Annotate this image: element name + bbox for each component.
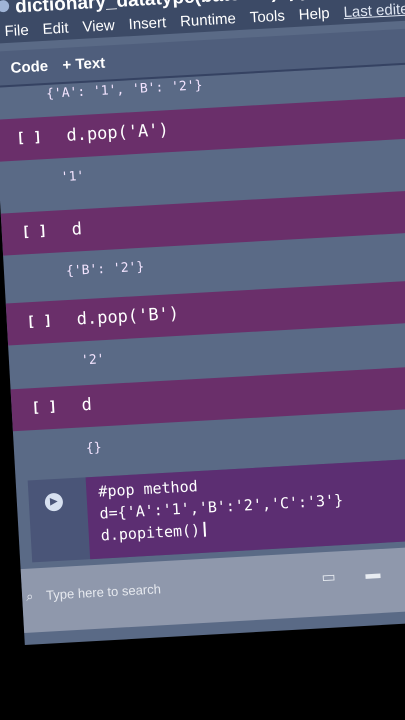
file-explorer-icon[interactable]: ▬ <box>365 565 381 583</box>
code-line[interactable]: d.popitem() <box>100 521 207 545</box>
cell-code-text[interactable]: d.pop('B') <box>76 304 179 330</box>
code-cell[interactable]: [ ] d.pop('A') <box>0 95 405 162</box>
taskbar-search-input[interactable]: Type here to search <box>46 581 162 602</box>
menu-edit[interactable]: Edit <box>42 20 69 43</box>
code-line[interactable]: #pop method <box>98 477 198 501</box>
cell-output: {} <box>85 440 103 457</box>
code-editor[interactable]: #pop method d={'A':'1','B':'2','C':'3'} … <box>85 456 405 560</box>
last-edited-link[interactable]: Last edited o <box>343 0 405 26</box>
menu-insert[interactable]: Insert <box>128 14 167 38</box>
menu-help[interactable]: Help <box>298 5 330 29</box>
code-cell[interactable]: [ ] d <box>10 364 405 432</box>
run-cell-bracket[interactable]: [ ] <box>21 223 47 240</box>
menu-runtime[interactable]: Runtime <box>180 10 237 35</box>
active-code-cell[interactable]: ▶ #pop method d={'A':'1','B':'2','C':'3'… <box>27 456 405 563</box>
cell-output: '2' <box>80 352 105 369</box>
run-cell-bracket[interactable]: [ ] <box>31 399 57 416</box>
colab-logo-icon <box>0 0 10 13</box>
code-cell[interactable]: [ ] d.pop('B') <box>5 278 405 346</box>
search-icon[interactable]: ⌕ <box>26 588 34 604</box>
play-icon[interactable]: ▶ <box>44 492 64 512</box>
code-cell[interactable]: [ ] d <box>0 189 405 256</box>
add-text-button[interactable]: + Text <box>62 55 106 74</box>
add-code-button[interactable]: Code <box>10 58 48 77</box>
task-view-icon[interactable]: ▭ <box>321 568 336 587</box>
cell-code-text[interactable]: d <box>81 395 92 416</box>
menu-view[interactable]: View <box>82 17 115 41</box>
run-cell-bracket[interactable]: [ ] <box>16 129 42 146</box>
menu-file[interactable]: File <box>4 22 29 45</box>
cell-output: {'B': '2'} <box>65 259 145 280</box>
cell-code-text[interactable]: d <box>71 219 82 240</box>
cell-output: '1' <box>60 168 85 186</box>
text-cursor <box>203 521 207 537</box>
menu-tools[interactable]: Tools <box>249 7 285 31</box>
cell-code-text[interactable]: d.pop('A') <box>66 120 169 146</box>
photographed-screen: dictionary_datatype(batch-D).ipynb ☆ Fil… <box>0 0 405 645</box>
run-cell-bracket[interactable]: [ ] <box>26 313 52 330</box>
